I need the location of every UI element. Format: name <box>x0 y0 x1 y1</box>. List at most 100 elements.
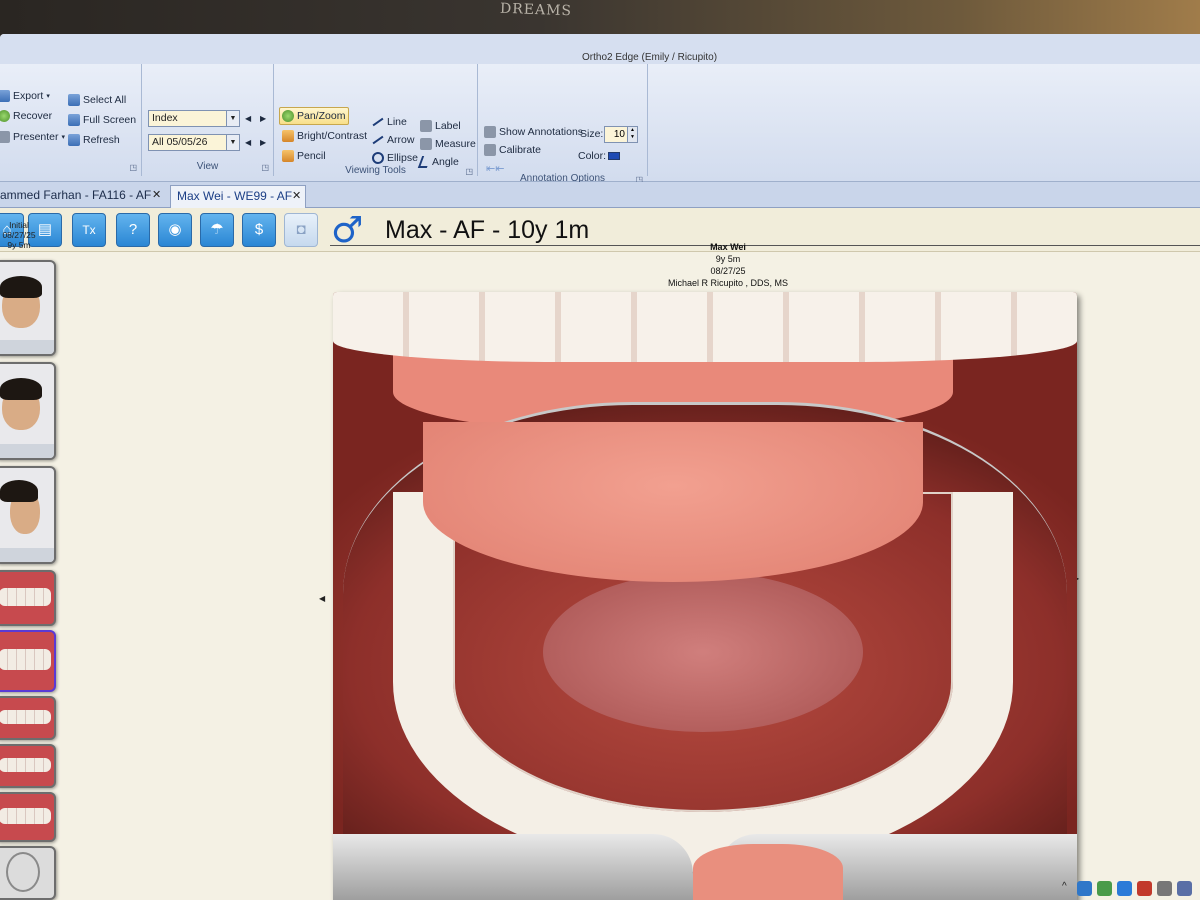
thumbnail-right-buccal[interactable] <box>0 696 56 740</box>
ellipse-icon <box>372 152 384 164</box>
umbrella-icon: ☂ <box>210 221 224 238</box>
tab-patient-max-wei[interactable]: Max Wei - WE99 - AF ✕ <box>170 185 306 208</box>
ribbon-group-viewing-tools: Pan/Zoom Bright/Contrast Pencil Line Arr… <box>274 64 478 176</box>
mouth-floor-shape <box>543 572 863 732</box>
date-select-value: All 05/05/26 <box>152 136 208 148</box>
label-tool-button[interactable]: Label <box>420 120 461 132</box>
export-icon <box>0 90 10 102</box>
tab-patient-farhan[interactable]: ammed Farhan - FA116 - AF ✕ <box>0 185 166 208</box>
full-screen-button[interactable]: Full Screen <box>68 114 136 126</box>
bright-contrast-button[interactable]: Bright/Contrast <box>282 130 367 142</box>
intraoral-photo-lower-occlusal[interactable] <box>333 292 1077 900</box>
color-picker[interactable] <box>608 152 620 160</box>
measure-button[interactable]: Measure <box>420 138 476 150</box>
prev-arrow-icon[interactable]: ◀ <box>245 138 251 147</box>
teeth-shape <box>0 758 51 772</box>
tray-app-icon[interactable] <box>1097 880 1112 896</box>
thumbnail-ceph-xray[interactable] <box>0 846 56 900</box>
close-icon[interactable]: ✕ <box>152 185 161 206</box>
recover-button[interactable]: Recover <box>0 110 52 122</box>
dialog-launcher-icon[interactable]: ◳ <box>465 167 473 176</box>
clipboard-button[interactable]: ? <box>116 213 150 247</box>
show-annotations-button[interactable]: Show Annotations <box>484 126 583 138</box>
thumbnail-left-buccal[interactable] <box>0 792 56 842</box>
image-patient-age: 9y 5m <box>715 254 741 264</box>
presenter-icon <box>0 131 10 143</box>
tray-app-icon[interactable] <box>1077 880 1092 896</box>
tray-app-icon[interactable] <box>1157 880 1172 896</box>
globe-icon: ◉ <box>168 221 182 238</box>
size-label: Size: <box>580 128 604 140</box>
prev-arrow-icon[interactable]: ◀ <box>245 114 251 123</box>
teeth-shape <box>0 587 51 606</box>
tray-app-icon[interactable] <box>1177 880 1192 896</box>
tx-icon: Tx <box>82 223 96 237</box>
hair-shape <box>0 276 42 298</box>
shirt-shape <box>0 548 54 562</box>
system-tray: ^ <box>1062 876 1200 900</box>
app-window: Ortho2 Edge (Emily / Ricupito) Export ▾ R… <box>0 34 1200 900</box>
bezel-logo-text: DREAMS <box>499 0 573 20</box>
chevron-up-icon[interactable]: ^ <box>1062 881 1072 896</box>
size-stepper[interactable]: 10 ▲ ▼ <box>604 126 638 143</box>
view-group-label: View <box>196 161 219 172</box>
calibrate-button[interactable]: Calibrate <box>484 144 541 156</box>
brightness-icon <box>282 130 294 142</box>
dialog-launcher-icon[interactable]: ◳ <box>261 163 269 172</box>
pencil-icon <box>282 150 294 162</box>
sort-select[interactable]: Index ▼ <box>148 110 240 127</box>
next-arrow-icon[interactable]: ▶ <box>260 138 266 147</box>
ellipse-button[interactable]: Ellipse <box>372 152 418 164</box>
window-title: Ortho2 Edge (Emily / Ricupito) <box>582 52 718 63</box>
export-button[interactable]: Export ▾ <box>0 90 50 102</box>
stepper-arrows-icon[interactable]: ▲ ▼ <box>627 127 637 142</box>
billing-button[interactable]: $ <box>242 213 276 247</box>
tray-app-icon[interactable] <box>1117 880 1132 896</box>
treatment-button[interactable]: Tx <box>72 213 106 247</box>
hair-shape <box>0 378 42 400</box>
images-button[interactable]: ◘ <box>284 213 318 247</box>
bright-contrast-label: Bright/Contrast <box>297 130 368 142</box>
dialog-launcher-icon[interactable]: ◳ <box>129 163 137 172</box>
line-button[interactable]: Line <box>372 116 407 128</box>
patient-title: Max - AF - 10y 1m <box>385 216 590 244</box>
lower-lip-shape <box>693 844 843 900</box>
retractor-left-shape <box>333 834 693 900</box>
date-select[interactable]: All 05/05/26 ▼ <box>148 134 240 151</box>
insurance-button[interactable]: ☂ <box>200 213 234 247</box>
full-screen-icon <box>68 114 80 126</box>
chevron-down-icon[interactable]: ▼ <box>226 111 239 126</box>
recover-icon <box>0 110 10 122</box>
calibrate-label: Calibrate <box>499 144 542 156</box>
upper-teeth-shape <box>333 292 1077 362</box>
ribbon-group-annotation-options: Show Annotations Calibrate ⇤⇤ Size: 10 ▲… <box>478 64 648 184</box>
thumbnail-frontal-face[interactable] <box>0 260 56 356</box>
measure-label: Measure <box>435 138 476 150</box>
refresh-button[interactable]: Refresh <box>68 134 120 146</box>
skull-shape <box>6 852 40 892</box>
thumbnail-smile-face[interactable] <box>0 362 56 460</box>
globe-button[interactable]: ◉ <box>158 213 192 247</box>
ellipse-label: Ellipse <box>387 152 418 164</box>
presenter-button[interactable]: Presenter ▾ <box>0 131 65 143</box>
pencil-button[interactable]: Pencil <box>282 150 326 162</box>
resize-handle-left-icon[interactable]: ◀ <box>319 594 325 603</box>
tray-app-icon[interactable] <box>1137 880 1152 896</box>
select-all-button[interactable]: Select All <box>68 94 126 106</box>
teeth-shape <box>0 710 51 724</box>
thumbnail-frontal-intraoral[interactable] <box>0 744 56 788</box>
arrow-button[interactable]: Arrow <box>372 134 414 146</box>
close-icon[interactable]: ✕ <box>292 186 301 207</box>
next-arrow-icon[interactable]: ▶ <box>260 114 266 123</box>
pan-zoom-button[interactable]: Pan/Zoom <box>282 110 345 122</box>
thumbnail-profile-face[interactable] <box>0 466 56 564</box>
line-icon <box>372 117 384 127</box>
recover-label: Recover <box>13 110 53 122</box>
thumbnail-caption-age: 9y 5m <box>7 240 31 250</box>
measure-icon <box>420 138 432 150</box>
thumbnail-caption-set: Initial <box>9 220 29 230</box>
thumbnail-lower-occlusal[interactable] <box>0 630 56 692</box>
thumbnail-upper-occlusal[interactable] <box>0 570 56 626</box>
chevron-down-icon[interactable]: ▼ <box>226 135 239 150</box>
export-label: Export <box>13 90 44 102</box>
